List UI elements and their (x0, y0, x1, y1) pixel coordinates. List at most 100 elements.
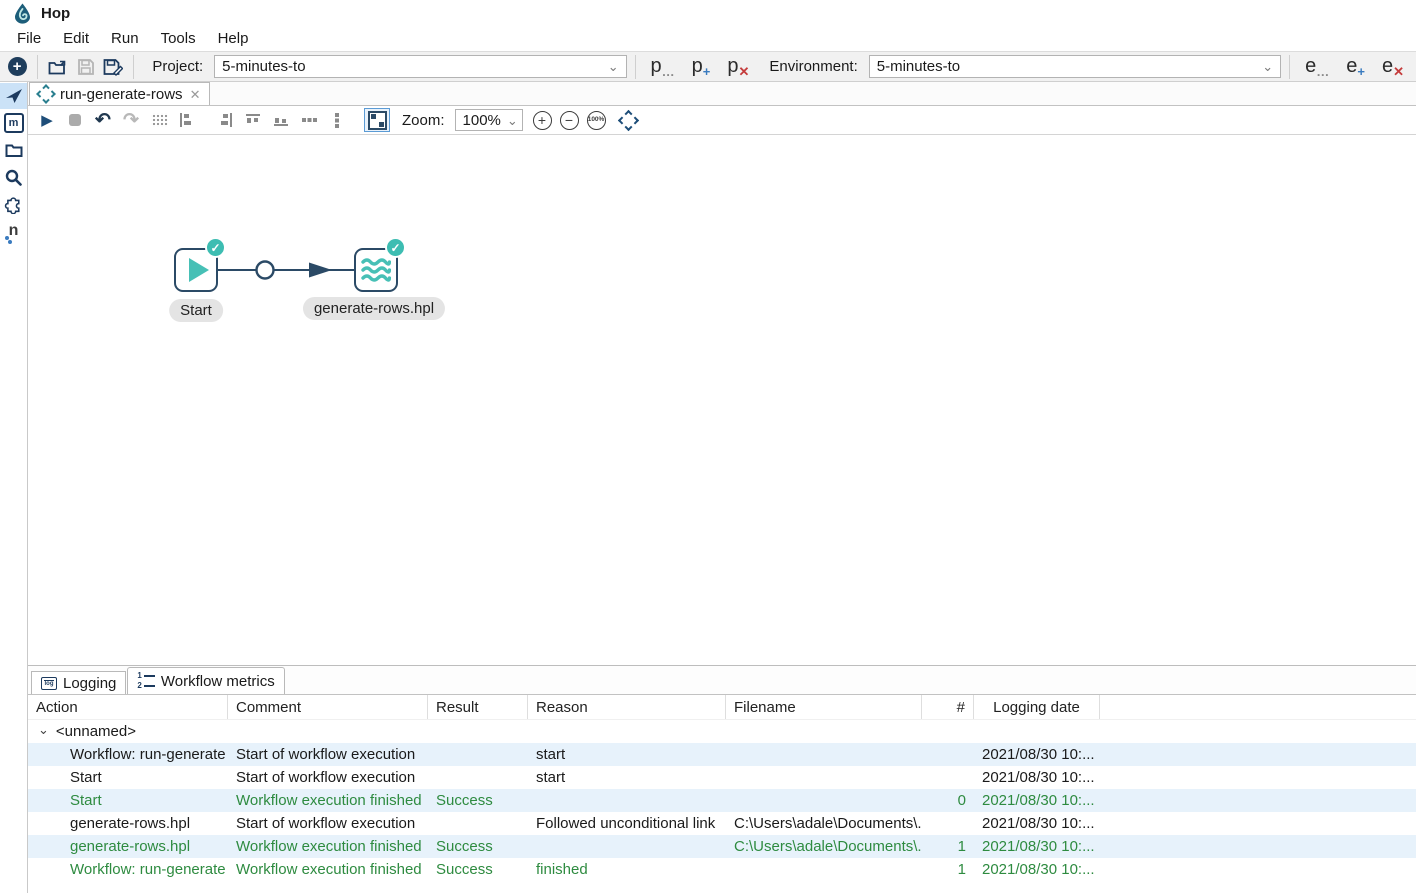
add-environment-button[interactable]: e + (1339, 56, 1372, 78)
minus-icon: − (565, 113, 573, 127)
edit-environment-button[interactable]: e … (1298, 56, 1336, 78)
zoom-fit-button[interactable] (616, 108, 642, 132)
new-plus-icon: + (8, 57, 27, 76)
edit-project-icon: p (651, 56, 662, 76)
cell-reason: Followed unconditional link (528, 815, 726, 832)
edit-project-button[interactable]: p … (644, 56, 682, 78)
node-start-label[interactable]: Start (169, 299, 223, 322)
canvas-toolbar: ▶ ↶ ↷ (28, 106, 1416, 135)
stop-workflow-button[interactable] (62, 108, 88, 132)
zoom-combo[interactable]: 100% ⌄ (455, 109, 523, 131)
cell-result: Success (428, 838, 528, 855)
align-right-button[interactable] (212, 108, 238, 132)
workflow-canvas[interactable]: ✓ Start ✓ generate-rows.hpl (28, 135, 1416, 665)
plus-icon: + (538, 113, 546, 127)
column-header-logging-date[interactable]: Logging date (974, 695, 1100, 719)
open-file-button[interactable] (46, 54, 70, 79)
metrics-row[interactable]: StartStart of workflow executionstart202… (28, 766, 1416, 789)
project-combo[interactable]: 5-minutes-to ⌄ (214, 55, 626, 78)
sidebar-item-neo4j[interactable]: n (0, 218, 27, 244)
puzzle-piece-icon (4, 195, 23, 214)
menu-edit[interactable]: Edit (52, 28, 100, 49)
workflow-connection (28, 135, 568, 435)
align-bottom-button[interactable] (268, 108, 294, 132)
logging-tab-label: Logging (63, 675, 116, 692)
sidebar-item-projects[interactable] (0, 83, 27, 109)
cell-action: Start (28, 792, 228, 809)
chevron-down-icon: ⌄ (608, 60, 619, 73)
zoom-in-button[interactable]: + (533, 111, 552, 130)
zoom-out-button[interactable]: − (560, 111, 579, 130)
tab-close-icon[interactable]: ✕ (190, 88, 201, 101)
zoom-100-button[interactable]: 100% (587, 111, 606, 130)
chevron-down-icon: ⌄ (507, 114, 518, 127)
cell-filename: C:\Users\adale\Documents\... (726, 815, 922, 832)
sidebar-item-search[interactable] (0, 164, 27, 190)
cell-num: 1 (922, 838, 974, 855)
cell-comment: Start of workflow execution (228, 815, 428, 832)
workflow-metrics-tab-label: Workflow metrics (161, 673, 275, 690)
align-top-button[interactable] (240, 108, 266, 132)
column-header-comment[interactable]: Comment (228, 695, 428, 719)
save-as-floppy-pencil-icon (103, 58, 123, 76)
cell-date: 2021/08/30 10:... (974, 792, 1100, 809)
pipeline-waves-icon (361, 257, 391, 283)
delete-project-button[interactable]: p ✕ (720, 56, 756, 78)
save-button[interactable] (74, 54, 98, 79)
column-header-count[interactable]: # (922, 695, 974, 719)
snap-to-grid-button[interactable] (146, 108, 172, 132)
cell-result: Success (428, 861, 528, 878)
metrics-row[interactable]: Workflow: run-generateWorkflow execution… (28, 858, 1416, 881)
undo-icon: ↶ (95, 111, 111, 130)
metrics-row[interactable]: StartWorkflow execution finishedSuccess0… (28, 789, 1416, 812)
metrics-row[interactable]: generate-rows.hplWorkflow execution fini… (28, 835, 1416, 858)
add-project-icon: p (692, 56, 703, 76)
show-execution-results-button[interactable] (364, 108, 390, 132)
align-left-button[interactable] (174, 108, 200, 132)
stop-icon (69, 114, 81, 126)
distribute-horizontal-button[interactable] (296, 108, 322, 132)
delete-x-icon: ✕ (1393, 65, 1404, 78)
column-header-reason[interactable]: Reason (528, 695, 726, 719)
tab-logging[interactable]: log Logging (31, 671, 126, 694)
add-project-button[interactable]: p + (685, 56, 718, 78)
cell-reason: finished (528, 861, 726, 878)
new-button[interactable]: + (5, 54, 29, 79)
toolbar-separator (635, 55, 636, 79)
sidebar-item-plugins[interactable] (0, 191, 27, 217)
cell-result: Success (428, 792, 528, 809)
minimap-icon (368, 111, 387, 130)
column-header-action[interactable]: Action (28, 695, 228, 719)
start-success-badge: ✓ (205, 237, 226, 258)
node-generate-rows-label[interactable]: generate-rows.hpl (303, 297, 445, 320)
menu-file[interactable]: File (6, 28, 52, 49)
delete-environment-button[interactable]: e ✕ (1375, 56, 1411, 78)
check-icon: ✓ (210, 241, 220, 255)
column-header-filename[interactable]: Filename (726, 695, 922, 719)
metrics-row[interactable]: generate-rows.hplStart of workflow execu… (28, 812, 1416, 835)
check-icon: ✓ (390, 241, 400, 255)
sidebar-item-file-explorer[interactable] (0, 137, 27, 163)
menu-help[interactable]: Help (207, 28, 260, 49)
cell-reason: start (528, 746, 726, 763)
cell-action: generate-rows.hpl (28, 815, 228, 832)
tab-workflow-metrics[interactable]: 1 2 Workflow metrics (127, 667, 284, 694)
zoom-label: Zoom: (402, 112, 445, 129)
cell-date: 2021/08/30 10:... (974, 838, 1100, 855)
save-as-button[interactable] (101, 54, 125, 79)
environment-combo[interactable]: 5-minutes-to ⌄ (869, 55, 1281, 78)
metrics-group-row[interactable]: ⌄ <unnamed> (28, 720, 1416, 743)
undo-button[interactable]: ↶ (90, 108, 116, 132)
tab-run-generate-rows[interactable]: run-generate-rows ✕ (29, 82, 210, 105)
distribute-vertical-button[interactable] (324, 108, 350, 132)
menu-run[interactable]: Run (100, 28, 150, 49)
sidebar-item-metadata[interactable]: m (0, 110, 27, 136)
tree-expand-chevron-icon[interactable]: ⌄ (38, 723, 49, 736)
menu-tools[interactable]: Tools (150, 28, 207, 49)
align-left-icon (179, 112, 195, 128)
redo-button[interactable]: ↷ (118, 108, 144, 132)
run-workflow-button[interactable]: ▶ (34, 108, 60, 132)
column-header-result[interactable]: Result (428, 695, 528, 719)
main-toolbar: + Project: 5-minutes-to (0, 51, 1416, 82)
metrics-row[interactable]: Workflow: run-generateStart of workflow … (28, 743, 1416, 766)
